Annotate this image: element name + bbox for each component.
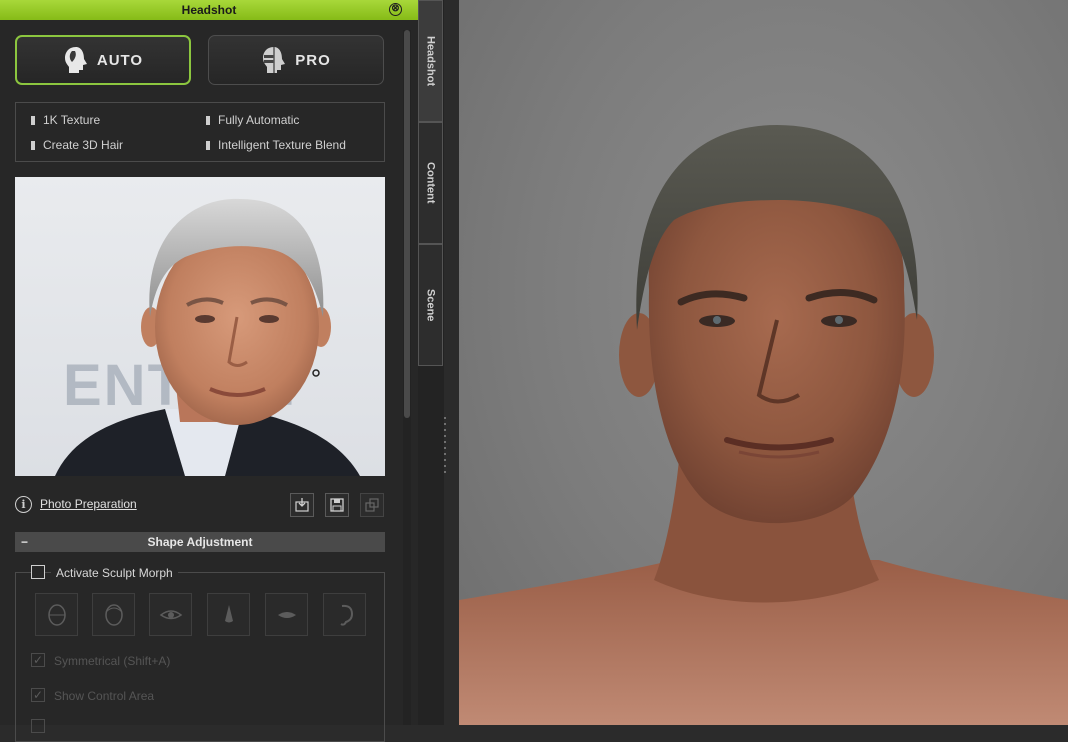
auto-mode-button[interactable]: AUTO <box>15 35 191 85</box>
splitter-grip[interactable] <box>444 417 448 477</box>
3d-viewport[interactable] <box>459 0 1068 725</box>
import-photo-button[interactable] <box>290 493 314 517</box>
panel-titlebar: Headshot ⊗ <box>0 0 418 20</box>
info-icon[interactable]: i <box>15 496 32 513</box>
symmetrical-label: Symmetrical (Shift+A) <box>54 654 171 668</box>
tab-scene-label: Scene <box>424 288 437 322</box>
auto-head-icon <box>64 47 87 73</box>
section-title: Shape Adjustment <box>147 535 253 549</box>
ear-part-button[interactable] <box>323 593 366 636</box>
nose-part-button[interactable] <box>207 593 250 636</box>
portrait-image: ENTERT <box>55 198 360 476</box>
tab-content[interactable]: Content <box>418 122 443 244</box>
tab-headshot-label: Headshot <box>424 35 437 87</box>
head-part-button[interactable] <box>92 593 135 636</box>
source-photo: ENTERT <box>15 177 385 476</box>
auto-mode-label: AUTO <box>96 51 144 69</box>
face-part-button[interactable] <box>35 593 78 636</box>
feature-item: Fully Automatic <box>206 113 299 127</box>
close-icon[interactable]: ⊗ <box>389 3 402 16</box>
mouth-part-icon <box>277 611 296 618</box>
feature-list: 1K Texture Fully Automatic Create 3D Hai… <box>15 102 385 162</box>
show-control-area-label: Show Control Area <box>54 689 155 703</box>
tab-headshot[interactable]: Headshot <box>418 0 443 122</box>
symmetrical-checkbox[interactable]: ✓ <box>31 653 45 667</box>
activate-sculpt-morph-checkbox[interactable] <box>31 565 45 579</box>
feature-item: Create 3D Hair <box>31 138 123 152</box>
save-icon <box>330 498 344 512</box>
pro-mode-button[interactable]: PRO <box>208 35 384 85</box>
photo-preparation-link[interactable]: Photo Preparation <box>40 497 137 511</box>
activate-sculpt-morph-label: Activate Sculpt Morph <box>51 566 178 580</box>
pro-head-icon <box>263 47 286 73</box>
tab-scene[interactable]: Scene <box>418 244 443 366</box>
tab-content-label: Content <box>424 162 437 204</box>
feature-item: 1K Texture <box>31 113 100 127</box>
eye-part-button[interactable] <box>149 593 192 636</box>
feature-item: Intelligent Texture Blend <box>206 138 346 152</box>
panel-title: Headshot <box>181 3 237 17</box>
next-option-checkbox[interactable] <box>31 719 45 733</box>
ear-part-icon <box>339 604 353 626</box>
side-tab-strip: Headshot Content Scene <box>418 0 444 725</box>
face-part-icon <box>47 603 66 626</box>
show-control-area-checkbox[interactable]: ✓ <box>31 688 45 702</box>
collapse-icon[interactable]: − <box>21 532 28 552</box>
headshot-panel: Headshot ⊗ AUTO PRO 1K Texture Fully Aut… <box>0 0 418 742</box>
3d-head-render <box>459 125 1068 725</box>
photo-preparation-row: i Photo Preparation <box>15 493 385 517</box>
head-part-icon <box>104 603 123 626</box>
mouth-part-button[interactable] <box>265 593 308 636</box>
import-photo-icon <box>295 498 309 512</box>
eye-part-icon <box>159 609 182 619</box>
copy-button[interactable] <box>360 493 384 517</box>
panel-scrollbar-thumb[interactable] <box>404 30 410 418</box>
nose-part-icon <box>224 604 233 622</box>
save-button[interactable] <box>325 493 349 517</box>
pro-mode-label: PRO <box>295 51 331 69</box>
shape-adjustment-header[interactable]: − Shape Adjustment <box>15 532 385 552</box>
copy-icon <box>365 498 379 512</box>
